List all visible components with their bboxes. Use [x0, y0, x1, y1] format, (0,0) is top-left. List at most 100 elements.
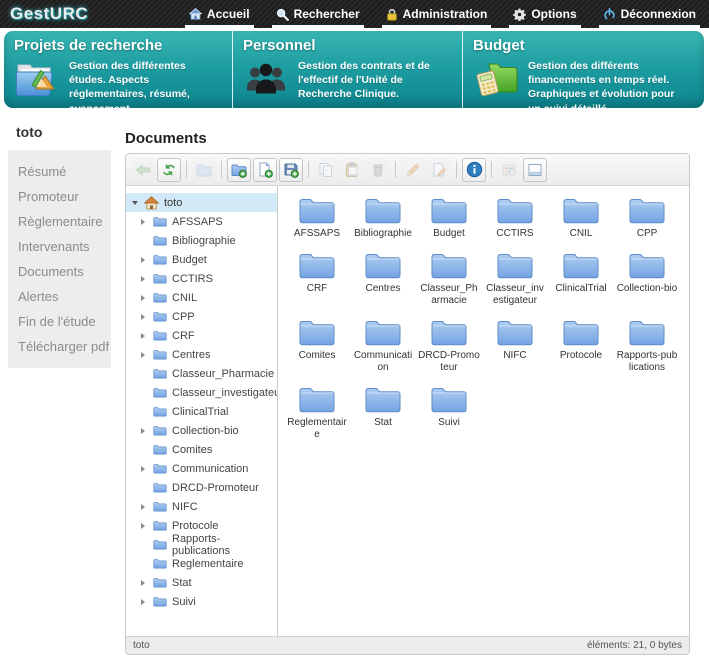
tree-node-budget[interactable]: Budget — [126, 250, 277, 269]
nav-item-options[interactable]: Options — [500, 0, 589, 28]
folder-small-icon — [153, 235, 167, 246]
sidebar-item-documents[interactable]: Documents — [8, 259, 111, 284]
folder-item-cpp[interactable]: CPP — [614, 195, 680, 241]
tree-node-cnil[interactable]: CNIL — [126, 288, 277, 307]
banner-card-projets-de-recherche[interactable]: Projets de recherche Gestion des différen… — [4, 31, 232, 108]
folder-item-classeur-investigateur[interactable]: Classeur_investigateur — [482, 250, 548, 308]
banner-card-description: Gestion des contrats et de l'effectif de… — [298, 60, 430, 101]
new-folder-button[interactable] — [227, 157, 251, 182]
folder-item-cctirs[interactable]: CCTIRS — [482, 195, 548, 241]
sidebar-item-t-l-charger-pdf[interactable]: Télécharger pdf — [8, 334, 111, 359]
folder-small-icon — [153, 596, 167, 607]
sidebar-item-promoteur[interactable]: Promoteur — [8, 184, 111, 209]
file-toolbar — [126, 154, 689, 186]
folder-item-protocole[interactable]: Protocole — [548, 317, 614, 375]
banner-card-budget[interactable]: Budget Gestion des différents financement… — [462, 31, 704, 108]
sidebar-item-r-glementaire[interactable]: Règlementaire — [8, 209, 111, 234]
tree-node-drcd-promoteur[interactable]: DRCD-Promoteur — [126, 478, 277, 497]
caret-right-icon — [141, 313, 148, 320]
tree-node-stat[interactable]: Stat — [126, 573, 277, 592]
folder-item-suivi[interactable]: Suivi — [416, 384, 482, 442]
new-file-button[interactable] — [253, 157, 277, 182]
caret-right-icon — [141, 522, 148, 529]
folder-item-bibliographie[interactable]: Bibliographie — [350, 195, 416, 241]
folder-item-rapports-publications[interactable]: Rapports-publications — [614, 317, 680, 375]
copy-icon — [318, 162, 334, 178]
thumbnails-view-button — [497, 157, 521, 182]
folder-small-icon — [153, 368, 167, 379]
folder-item-clinicaltrial[interactable]: ClinicalTrial — [548, 250, 614, 308]
tree-node-label: Comites — [172, 443, 213, 456]
folder-item-classeur-pharmacie[interactable]: Classeur_Pharmacie — [416, 250, 482, 308]
folder-item-afssaps[interactable]: AFSSAPS — [284, 195, 350, 241]
folder-item-label: DRCD-Promoteur — [418, 349, 480, 374]
tree-node-classeur-pharmacie[interactable]: Classeur_Pharmacie — [126, 364, 277, 383]
paste-icon — [344, 162, 360, 178]
sidebar-item-alertes[interactable]: Alertes — [8, 284, 111, 309]
lock-icon — [386, 8, 398, 21]
folder-item-drcd-promoteur[interactable]: DRCD-Promoteur — [416, 317, 482, 375]
save-button[interactable] — [279, 157, 303, 182]
folder-item-communication[interactable]: Communication — [350, 317, 416, 375]
banner-card-personnel[interactable]: Personnel Gestion des contrats et de l'ef… — [232, 31, 462, 108]
tree-node-centres[interactable]: Centres — [126, 345, 277, 364]
new-file-icon — [257, 162, 273, 178]
banner-card-title: Personnel — [243, 37, 316, 54]
delete-icon — [370, 162, 386, 178]
nav-item-d-connexion[interactable]: Déconnexion — [590, 0, 709, 28]
tree-node-communication[interactable]: Communication — [126, 459, 277, 478]
tree-node-label: Classeur_Pharmacie — [172, 367, 275, 380]
folder-item-cnil[interactable]: CNIL — [548, 195, 614, 241]
folder-item-comites[interactable]: Comites — [284, 317, 350, 375]
folder-large-icon — [298, 195, 336, 225]
tree-root-label: toto — [164, 196, 183, 209]
folder-item-stat[interactable]: Stat — [350, 384, 416, 442]
caret-right-icon — [141, 332, 148, 339]
tree-node-crf[interactable]: CRF — [126, 326, 277, 345]
folder-item-reglementaire[interactable]: Reglementaire — [284, 384, 350, 442]
tree-node-suivi[interactable]: Suivi — [126, 592, 277, 611]
tree-node-afssaps[interactable]: AFSSAPS — [126, 212, 277, 231]
copy-button — [314, 157, 338, 182]
tree-node-bibliographie[interactable]: Bibliographie — [126, 231, 277, 250]
folder-small-icon — [153, 311, 167, 322]
back-button — [131, 157, 155, 182]
tree-node-nifc[interactable]: NIFC — [126, 497, 277, 516]
tree-root-node[interactable]: toto — [126, 193, 277, 212]
details-view-button[interactable] — [523, 157, 547, 182]
banner-card-body: Gestion des contrats et de l'effectif de… — [243, 59, 452, 102]
folder-item-crf[interactable]: CRF — [284, 250, 350, 308]
tree-node-cpp[interactable]: CPP — [126, 307, 277, 326]
tree-node-rapports-publications[interactable]: Rapports-publications — [126, 533, 277, 557]
tree-node-label: Communication — [172, 462, 249, 475]
folder-item-collection-bio[interactable]: Collection-bio — [614, 250, 680, 308]
folder-item-label: Reglementaire — [287, 416, 347, 441]
tree-node-label: Collection-bio — [172, 424, 239, 437]
tree-node-collection-bio[interactable]: Collection-bio — [126, 421, 277, 440]
nav-item-rechercher[interactable]: Rechercher — [263, 0, 373, 28]
main-nav: Accueil Rechercher Administration Options Dé… — [176, 0, 709, 28]
folder-item-nifc[interactable]: NIFC — [482, 317, 548, 375]
tree-node-reglementaire[interactable]: Reglementaire — [126, 554, 277, 573]
folder-small-icon — [153, 216, 167, 227]
info-button[interactable] — [462, 157, 486, 182]
tree-node-comites[interactable]: Comites — [126, 440, 277, 459]
sidebar-item-intervenants[interactable]: Intervenants — [8, 234, 111, 259]
folder-tree: toto AFSSAPS Bibliographie Budget CCTIRS CNIL… — [126, 186, 278, 636]
file-manager-content: toto AFSSAPS Bibliographie Budget CCTIRS CNIL… — [126, 186, 689, 636]
nav-item-label: Accueil — [206, 7, 250, 21]
nav-item-administration[interactable]: Administration — [373, 0, 501, 28]
caret-right-icon — [141, 465, 148, 472]
refresh-button[interactable] — [157, 157, 181, 182]
tree-node-clinicaltrial[interactable]: ClinicalTrial — [126, 402, 277, 421]
folder-item-budget[interactable]: Budget — [416, 195, 482, 241]
folder-item-centres[interactable]: Centres — [350, 250, 416, 308]
sidebar-item-fin-de-l-tude[interactable]: Fin de l'étude — [8, 309, 111, 334]
sidebar-item-r-sum[interactable]: Résumé — [8, 159, 111, 184]
tree-node-cctirs[interactable]: CCTIRS — [126, 269, 277, 288]
nav-item-accueil[interactable]: Accueil — [176, 0, 263, 28]
caret-right-icon — [141, 218, 148, 225]
budget-folder-icon — [473, 59, 519, 99]
folder-large-icon — [496, 317, 534, 347]
tree-node-classeur-investigateur[interactable]: Classeur_investigateur — [126, 383, 277, 402]
